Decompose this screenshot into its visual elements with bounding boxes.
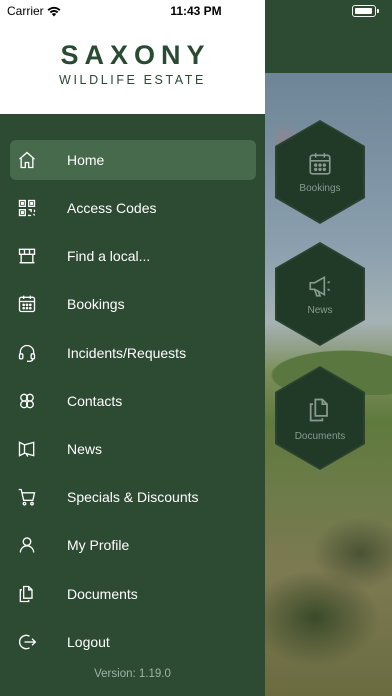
megaphone-icon [306,273,334,299]
documents-icon [17,584,37,604]
menu-item-bookings[interactable]: Bookings [10,284,256,324]
storefront-icon [17,246,37,266]
logo-subtitle: WILDLIFE ESTATE [59,73,206,87]
menu-label-my-profile: My Profile [67,537,130,553]
documents-icon [306,395,334,425]
menu-label-logout: Logout [67,634,110,650]
menu-item-logout[interactable]: Logout [10,622,256,662]
calendar-icon [307,151,333,177]
status-bar: Carrier 11:43 PM [0,0,392,22]
megaphone-icon [17,439,37,459]
menu-item-home[interactable]: Home [10,140,256,180]
documents-tile-label: Documents [294,430,346,442]
status-time: 11:43 PM [170,4,222,18]
side-drawer: SAXONY WILDLIFE ESTATE Home Access Codes… [0,0,265,696]
battery-icon [352,5,376,17]
menu-item-contacts[interactable]: Contacts [10,381,256,421]
news-tile-label: News [307,304,333,316]
menu-label-incidents-requests: Incidents/Requests [67,345,187,361]
menu-item-find-a-local[interactable]: Find a local... [10,236,256,276]
cart-icon [17,487,37,507]
menu-label-home: Home [67,152,105,168]
qr-code-icon [17,198,37,218]
menu-label-documents: Documents [67,586,138,602]
menu-label-access-codes: Access Codes [67,200,157,216]
headset-icon [17,343,37,363]
contacts-icon [17,391,37,411]
calendar-icon [17,294,37,314]
menu-label-specials-discounts: Specials & Discounts [67,489,199,505]
menu-label-contacts: Contacts [67,393,123,409]
bookings-tile-label: Bookings [299,182,341,194]
menu-item-access-codes[interactable]: Access Codes [10,188,256,228]
logout-icon [17,632,37,652]
menu-label-bookings: Bookings [67,296,125,312]
logo-title: SAXONY [60,40,211,70]
menu-item-documents[interactable]: Documents [10,574,256,614]
battery-tip [377,9,379,13]
menu-item-specials-discounts[interactable]: Specials & Discounts [10,477,256,517]
menu-label-news: News [67,441,103,457]
menu-item-incidents-requests[interactable]: Incidents/Requests [10,333,256,373]
menu-item-news[interactable]: News [10,429,256,469]
menu-label-find-a-local: Find a local... [67,248,151,264]
menu-item-my-profile[interactable]: My Profile [10,525,256,565]
user-icon [17,535,37,555]
home-icon [17,150,37,170]
app-version: Version: 1.19.0 [94,668,171,680]
